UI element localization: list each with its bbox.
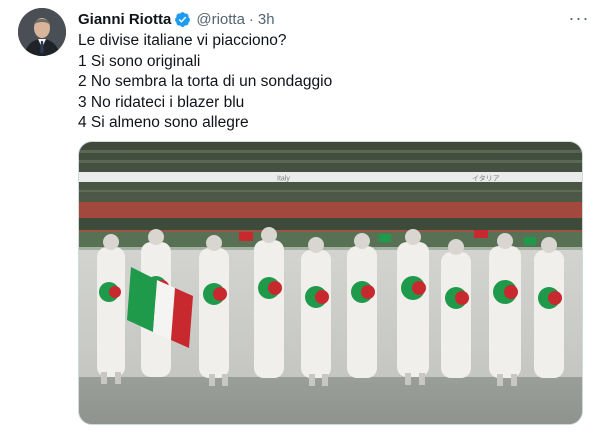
avatar-photo [18,8,66,56]
tweet-media-photo[interactable]: Italy イタリア [78,141,583,425]
olympic-team-photo: Italy イタリア [79,142,582,424]
tweet-timestamp[interactable]: 3h [258,11,275,28]
tweet-text-line: 4 Si almeno sono allegre [78,114,249,131]
tweet-header: Gianni Riotta @riotta · 3h [78,9,586,29]
banner-text-left: Italy [277,176,290,183]
banner-text-right: イタリア [472,174,500,183]
verified-badge-icon [174,11,191,28]
more-options-icon[interactable]: ··· [564,8,594,28]
tweet-text-line: 2 No sembra la torta di un sondaggio [78,73,333,90]
tweet-text: Le divise italiane vi piacciono? 1 Si so… [78,31,588,134]
author-name[interactable]: Gianni Riotta [78,11,171,28]
tweet-card[interactable]: Gianni Riotta @riotta · 3h ··· Le divise… [0,0,616,433]
author-avatar[interactable] [18,8,66,56]
tweet-text-line: Le divise italiane vi piacciono? [78,32,287,49]
header-separator: · [248,10,254,28]
athletes-group [79,227,582,386]
tweet-text-line: 1 Si sono originali [78,52,201,70]
author-handle[interactable]: @riotta [196,11,245,28]
tweet-text-line: 3 No ridateci i blazer blu [78,93,245,111]
